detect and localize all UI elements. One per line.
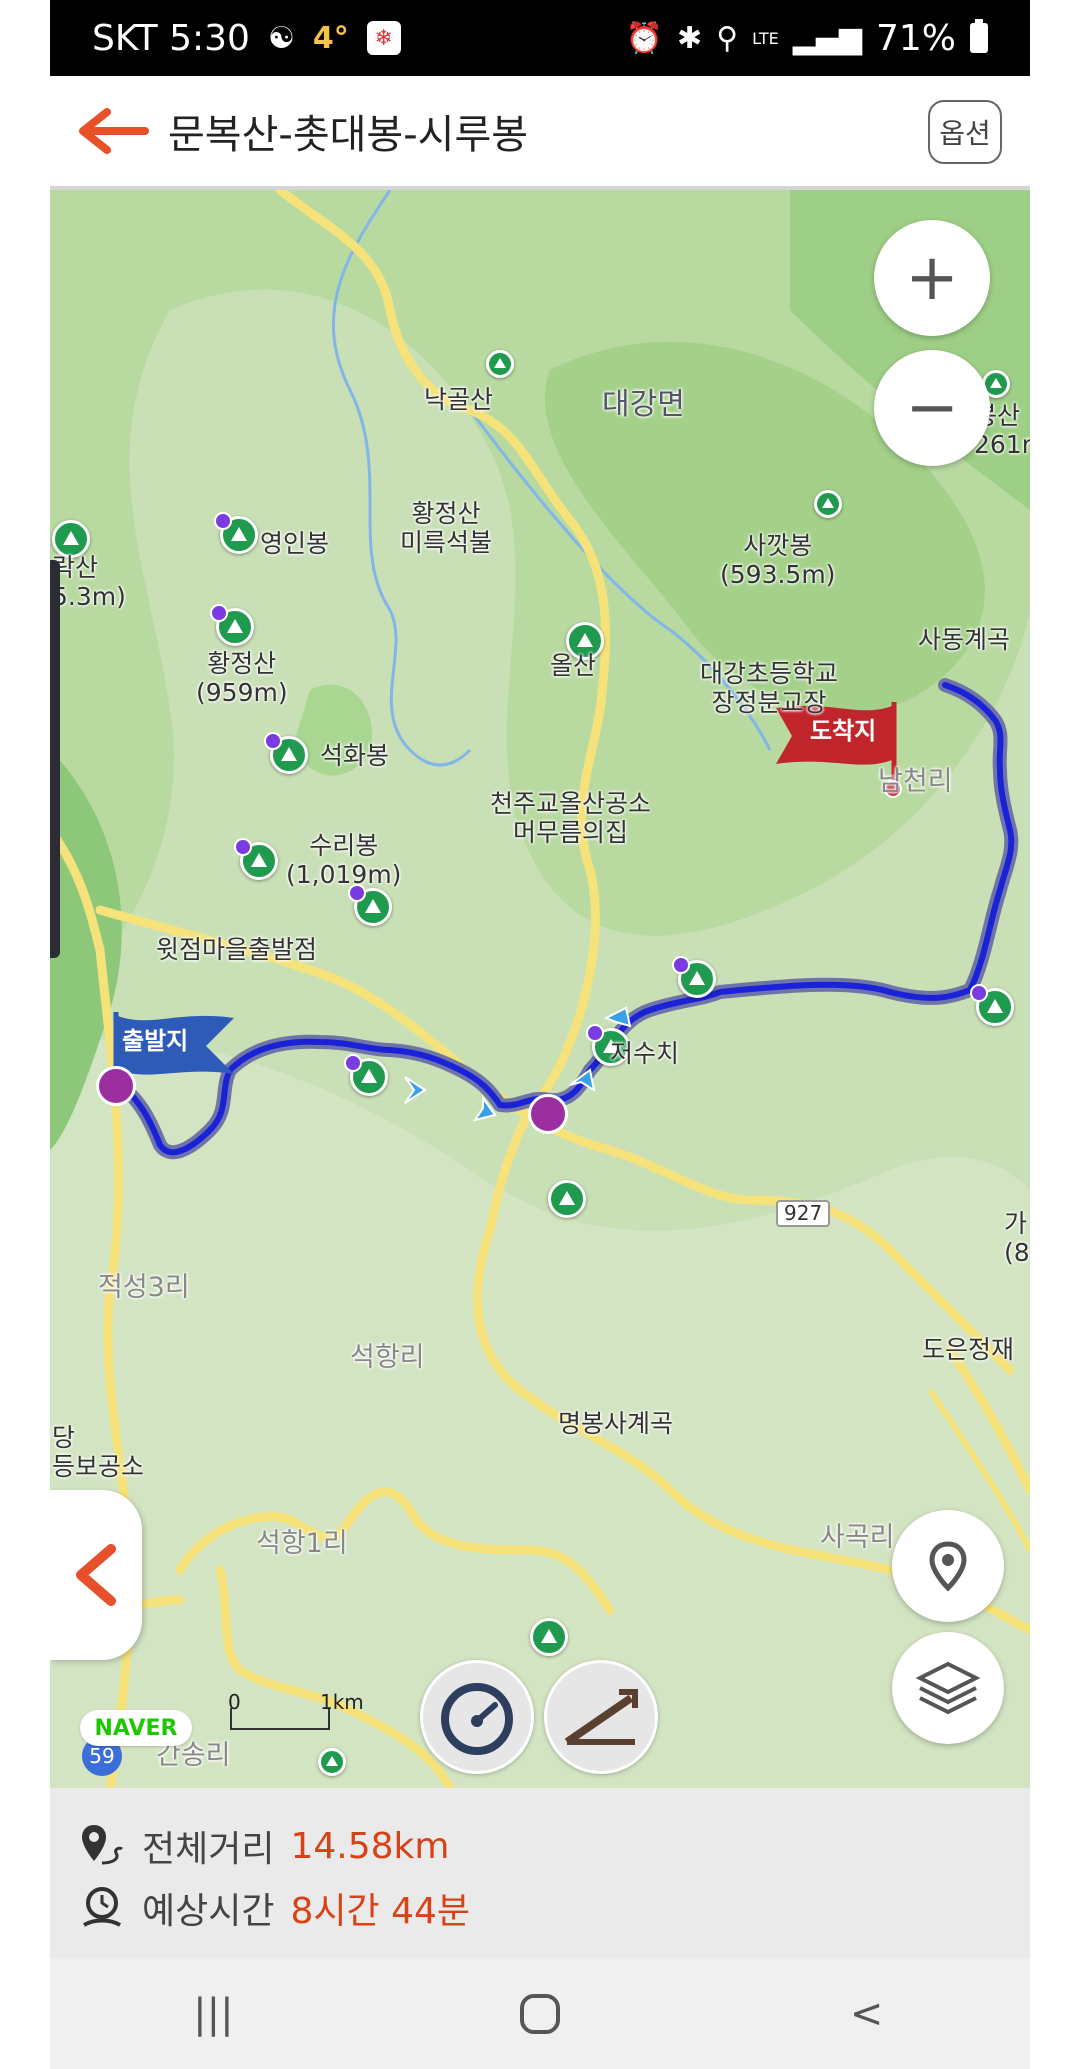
status-right: ⏰ ✱ ⚲ LTE ▂▄▆ 71% — [626, 18, 988, 59]
layers-icon — [916, 1661, 980, 1715]
zoom-in-button[interactable]: + — [874, 220, 990, 336]
plus-icon: + — [905, 241, 959, 315]
location-pin-icon — [929, 1541, 967, 1592]
distance-label: 전체거리 — [142, 1829, 275, 1870]
map-label: 황정산 (959m) — [196, 649, 288, 707]
badge-icon — [214, 512, 232, 530]
scale-zero: 0 — [228, 1690, 241, 1714]
map-label: 당 등보공소 — [52, 1423, 145, 1481]
home-button[interactable] — [480, 1974, 600, 2054]
temperature: 4° — [312, 20, 349, 56]
my-location-button[interactable] — [892, 1510, 1004, 1622]
recent-apps-button[interactable]: ||| — [153, 1974, 273, 2054]
map-layers-button[interactable] — [892, 1632, 1004, 1744]
carrier-time: SKT 5:30 — [92, 17, 250, 59]
battery-percent: 71% — [875, 17, 956, 59]
arrow-left-icon — [79, 108, 149, 154]
end-flag-label: 도착지 — [810, 717, 877, 745]
map-label: 가 (8 — [1004, 1209, 1030, 1267]
time-row: 예상시간 8시간 44분 — [78, 1880, 1002, 1936]
map-label: 석항1리 — [256, 1528, 348, 1559]
bluetooth-icon: ✱ — [677, 20, 703, 56]
map-label: 영인봉 — [260, 529, 330, 558]
map-label: 황정산 미륵석불 — [400, 499, 493, 557]
zoom-out-button[interactable]: − — [874, 350, 990, 466]
speedometer-button[interactable] — [420, 1660, 534, 1774]
distance-row: 전체거리 14.58km — [78, 1818, 1002, 1874]
signal-icon: ▂▄▆ — [792, 20, 862, 56]
map-label: 사곡리 — [820, 1522, 895, 1553]
map-label: 도은정재 — [922, 1335, 1015, 1364]
bike-marker — [528, 1094, 568, 1134]
badge-icon — [344, 1054, 362, 1072]
badge-icon — [970, 984, 988, 1002]
badge-icon — [586, 1024, 604, 1042]
side-panel-handle[interactable] — [50, 560, 60, 958]
recent-apps-icon: ||| — [193, 1990, 234, 2037]
back-button[interactable] — [64, 81, 164, 181]
map-label: 수리봉 (1,019m) — [286, 831, 402, 889]
map-label: 낙골산 — [424, 385, 494, 414]
map-label: 락산 5.3m) — [52, 553, 126, 611]
distance-value: 14.58km — [290, 1825, 450, 1867]
app-header: 문복산-촛대봉-시루봉 옵션 — [50, 76, 1030, 190]
map-label: 윗점마을출발점 — [156, 935, 318, 964]
peak-icon — [530, 1618, 568, 1656]
distance-icon — [78, 1821, 134, 1871]
map-label: 명봉사계곡 — [558, 1409, 674, 1438]
route-summary: 전체거리 14.58km 예상시간 8시간 44분 — [50, 1788, 1030, 1958]
badge-icon — [210, 604, 228, 622]
map-label: 대강면 — [602, 387, 685, 422]
map-label: 석항리 — [350, 1342, 425, 1373]
peak-icon — [318, 1748, 346, 1776]
minus-icon: − — [905, 371, 959, 445]
map-label: 사동계곡 — [918, 625, 1011, 654]
collapse-panel-button[interactable] — [50, 1490, 142, 1660]
map-view[interactable]: 출발지 도착지 낙골산 대강면 황정산 미륵석불 영인봉 사깟봉 (593.5m… — [50, 190, 1030, 1788]
badge-icon — [672, 956, 690, 974]
map-label: 천주교올산공소 머무름의집 — [490, 789, 652, 847]
page-title: 문복산-촛대봉-시루봉 — [168, 112, 529, 158]
map-label: 석화봉 — [320, 741, 390, 770]
start-bike-marker — [96, 1066, 136, 1106]
time-value: 8시간 44분 — [290, 1891, 471, 1932]
map-label: 올산 — [550, 651, 597, 680]
back-icon: < — [849, 1990, 884, 2037]
location-icon: ⚲ — [716, 20, 739, 56]
status-bar: SKT 5:30 ☯ 4° ❄ ⏰ ✱ ⚲ LTE ▂▄▆ 71% — [50, 0, 1030, 76]
elevation-button[interactable] — [544, 1660, 658, 1774]
peak-icon — [814, 490, 842, 518]
speedometer-icon — [441, 1683, 513, 1755]
start-flag-label: 출발지 — [122, 1027, 189, 1055]
badge-icon — [264, 732, 282, 750]
map-label: 사깟봉 (593.5m) — [720, 531, 836, 589]
status-left: SKT 5:30 ☯ 4° ❄ — [92, 18, 401, 59]
peak-icon — [548, 1180, 586, 1218]
time-label: 예상시간 — [142, 1891, 275, 1932]
map-label: 대강초등학교 장정분교장 — [700, 659, 839, 717]
home-icon — [519, 1993, 560, 2034]
system-nav-bar: ||| < — [50, 1958, 1030, 2069]
battery-icon — [970, 19, 988, 53]
chevron-left-icon — [76, 1544, 116, 1606]
route-number-badge: 927 — [776, 1200, 831, 1227]
map-scale-bar — [230, 1708, 330, 1730]
person-icon: ☯ — [267, 20, 295, 56]
scale-km: 1km — [320, 1690, 364, 1714]
map-label: 적성3리 — [98, 1272, 190, 1303]
options-button[interactable]: 옵션 — [928, 100, 1002, 164]
peak-icon — [486, 350, 514, 378]
naver-logo: NAVER — [80, 1710, 192, 1746]
alarm-icon: ⏰ — [625, 20, 664, 56]
time-icon — [78, 1883, 134, 1933]
map-label: 남천리 — [878, 766, 953, 797]
map-label: 저수치 — [610, 1039, 680, 1068]
system-back-button[interactable]: < — [807, 1974, 927, 2054]
app-icon: ❄ — [366, 21, 401, 55]
elevation-icon — [564, 1689, 638, 1746]
badge-icon — [234, 838, 252, 856]
network-type: LTE — [752, 28, 779, 48]
